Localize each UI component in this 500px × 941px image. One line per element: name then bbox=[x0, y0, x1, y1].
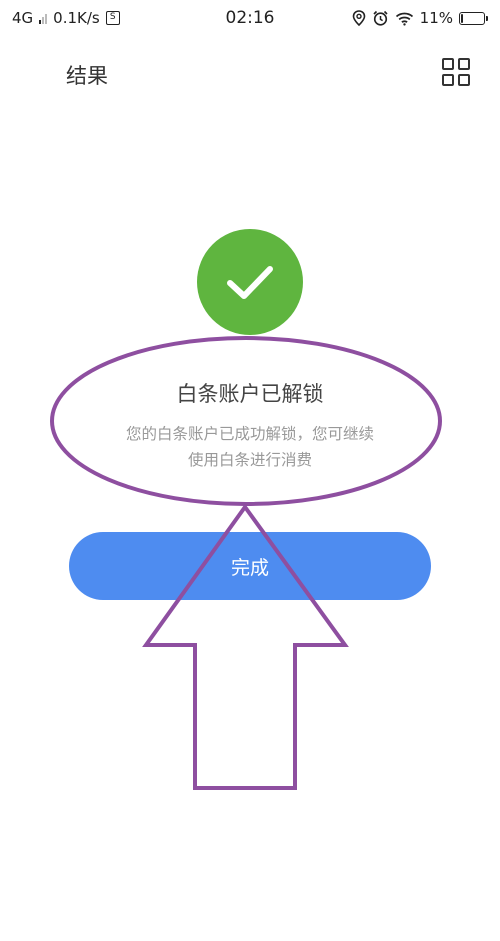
battery-icon bbox=[459, 11, 488, 25]
success-circle bbox=[197, 229, 303, 335]
network-speed: 0.1K/s bbox=[53, 9, 100, 27]
grid-icon[interactable] bbox=[442, 58, 470, 86]
result-description: 您的白条账户已成功解锁，您可继续 使用白条进行消费 bbox=[70, 421, 430, 473]
page-title: 结果 bbox=[66, 64, 108, 88]
result-description-line2: 使用白条进行消费 bbox=[187, 451, 312, 469]
location-icon bbox=[352, 10, 365, 26]
signal-icon bbox=[39, 12, 48, 24]
battery-percent: 11% bbox=[419, 9, 453, 27]
alarm-icon bbox=[373, 10, 388, 26]
result-title: 白条账户已解锁 bbox=[176, 382, 324, 406]
screen: 4G 0.1K/s S 02:16 11% 结果 白条账户已解锁 您的白条账户已… bbox=[0, 0, 500, 941]
check-icon bbox=[227, 266, 273, 299]
result-description-line1: 您的白条账户已成功解锁，您可继续 bbox=[125, 425, 374, 443]
status-bar: 4G 0.1K/s S 02:16 11% bbox=[0, 0, 500, 36]
wifi-icon bbox=[395, 12, 413, 26]
network-type: 4G bbox=[12, 9, 34, 27]
done-button[interactable]: 完成 bbox=[69, 532, 431, 600]
sim-icon: S bbox=[105, 11, 120, 25]
header: 结果 bbox=[0, 50, 500, 98]
